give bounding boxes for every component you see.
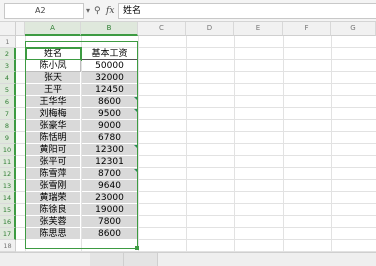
salary-cell[interactable]: 8700 [82, 168, 138, 180]
salary-cell[interactable]: 12300 [82, 144, 138, 156]
column-header-g[interactable]: G [331, 22, 376, 36]
name-box-dropdown-icon[interactable]: ▾ [86, 3, 90, 19]
row-header-6[interactable]: 6 [0, 96, 16, 108]
row-header-16[interactable]: 16 [0, 216, 16, 228]
name-cell[interactable]: 陈雪萍 [26, 168, 81, 180]
name-cell[interactable]: 王平 [26, 84, 81, 96]
grid-line [234, 36, 235, 252]
salary-cell[interactable]: 19000 [82, 204, 138, 216]
fill-handle[interactable] [135, 246, 139, 250]
salary-cell[interactable]: 50000 [82, 60, 138, 72]
name-cell[interactable]: 张雪刚 [26, 180, 81, 192]
salary-cell[interactable]: 9500 [82, 108, 138, 120]
row-header-17[interactable]: 17 [0, 228, 16, 240]
sheet-tab-bar [0, 252, 376, 266]
name-cell[interactable]: 刘梅梅 [26, 108, 81, 120]
formula-bar: A2 ▾ ⚲ fx 姓名 [0, 0, 376, 22]
error-indicator-icon[interactable] [134, 97, 137, 100]
row-header-11[interactable]: 11 [0, 156, 16, 168]
name-cell[interactable]: 张豪华 [26, 120, 81, 132]
sheet-tab[interactable] [90, 253, 124, 266]
error-indicator-icon[interactable] [134, 145, 137, 148]
error-indicator-icon[interactable] [134, 169, 137, 172]
salary-cell[interactable]: 12450 [82, 84, 138, 96]
row-header-2[interactable]: 2 [0, 48, 16, 60]
header-cell-name[interactable]: 姓名 [25, 47, 82, 61]
zoom-icon[interactable]: ⚲ [94, 3, 101, 19]
salary-cell[interactable]: 32000 [82, 72, 138, 84]
name-cell[interactable]: 黄阳可 [26, 144, 81, 156]
column-header-e[interactable]: E [234, 22, 283, 36]
column-header-b[interactable]: B [81, 22, 138, 36]
name-cell[interactable]: 张天 [26, 72, 81, 84]
salary-cell[interactable]: 7800 [82, 216, 138, 228]
row-header-7[interactable]: 7 [0, 108, 16, 120]
salary-cell[interactable]: 9000 [82, 120, 138, 132]
name-cell[interactable]: 陈恬明 [26, 132, 81, 144]
row-header-13[interactable]: 13 [0, 180, 16, 192]
salary-cell[interactable]: 12301 [82, 156, 138, 168]
column-header-d[interactable]: D [186, 22, 234, 36]
name-cell[interactable]: 陈思思 [26, 228, 81, 240]
row-header-14[interactable]: 14 [0, 192, 16, 204]
name-cell[interactable]: 陈徐良 [26, 204, 81, 216]
column-header[interactable] [16, 22, 25, 36]
column-header-c[interactable]: C [138, 22, 186, 36]
salary-cell[interactable]: 8600 [82, 228, 138, 240]
sheet-tab[interactable] [124, 253, 158, 266]
name-cell[interactable]: 张平可 [26, 156, 81, 168]
select-all-corner[interactable] [0, 22, 16, 36]
salary-cell[interactable]: 9640 [82, 180, 138, 192]
row-header-5[interactable]: 5 [0, 84, 16, 96]
name-cell[interactable]: 张芙蓉 [26, 216, 81, 228]
formula-input[interactable]: 姓名 [118, 3, 376, 19]
salary-cell[interactable]: 8600 [82, 96, 138, 108]
row-header-15[interactable]: 15 [0, 204, 16, 216]
grid-line [138, 36, 139, 252]
error-indicator-icon[interactable] [134, 109, 137, 112]
salary-cell[interactable]: 6780 [82, 132, 138, 144]
row-header-18[interactable]: 18 [0, 240, 16, 252]
fx-icon[interactable]: fx [106, 3, 114, 19]
grid-line [331, 36, 332, 252]
row-header-9[interactable]: 9 [0, 132, 16, 144]
grid-line [283, 36, 284, 252]
column-header-f[interactable]: F [283, 22, 331, 36]
row-header-1[interactable]: 1 [0, 36, 16, 48]
row-header-10[interactable]: 10 [0, 144, 16, 156]
name-cell[interactable]: 王华华 [26, 96, 81, 108]
name-cell[interactable]: 黄瑞荣 [26, 192, 81, 204]
row-header-3[interactable]: 3 [0, 60, 16, 72]
column-header-a[interactable]: A [25, 22, 81, 36]
name-box[interactable]: A2 [4, 3, 84, 19]
row-header-8[interactable]: 8 [0, 120, 16, 132]
grid-line [186, 36, 187, 252]
name-cell[interactable]: 陈小凤 [26, 60, 81, 72]
row-header-4[interactable]: 4 [0, 72, 16, 84]
row-header-12[interactable]: 12 [0, 168, 16, 180]
salary-cell[interactable]: 23000 [82, 192, 138, 204]
header-cell-salary[interactable]: 基本工资 [82, 48, 138, 60]
